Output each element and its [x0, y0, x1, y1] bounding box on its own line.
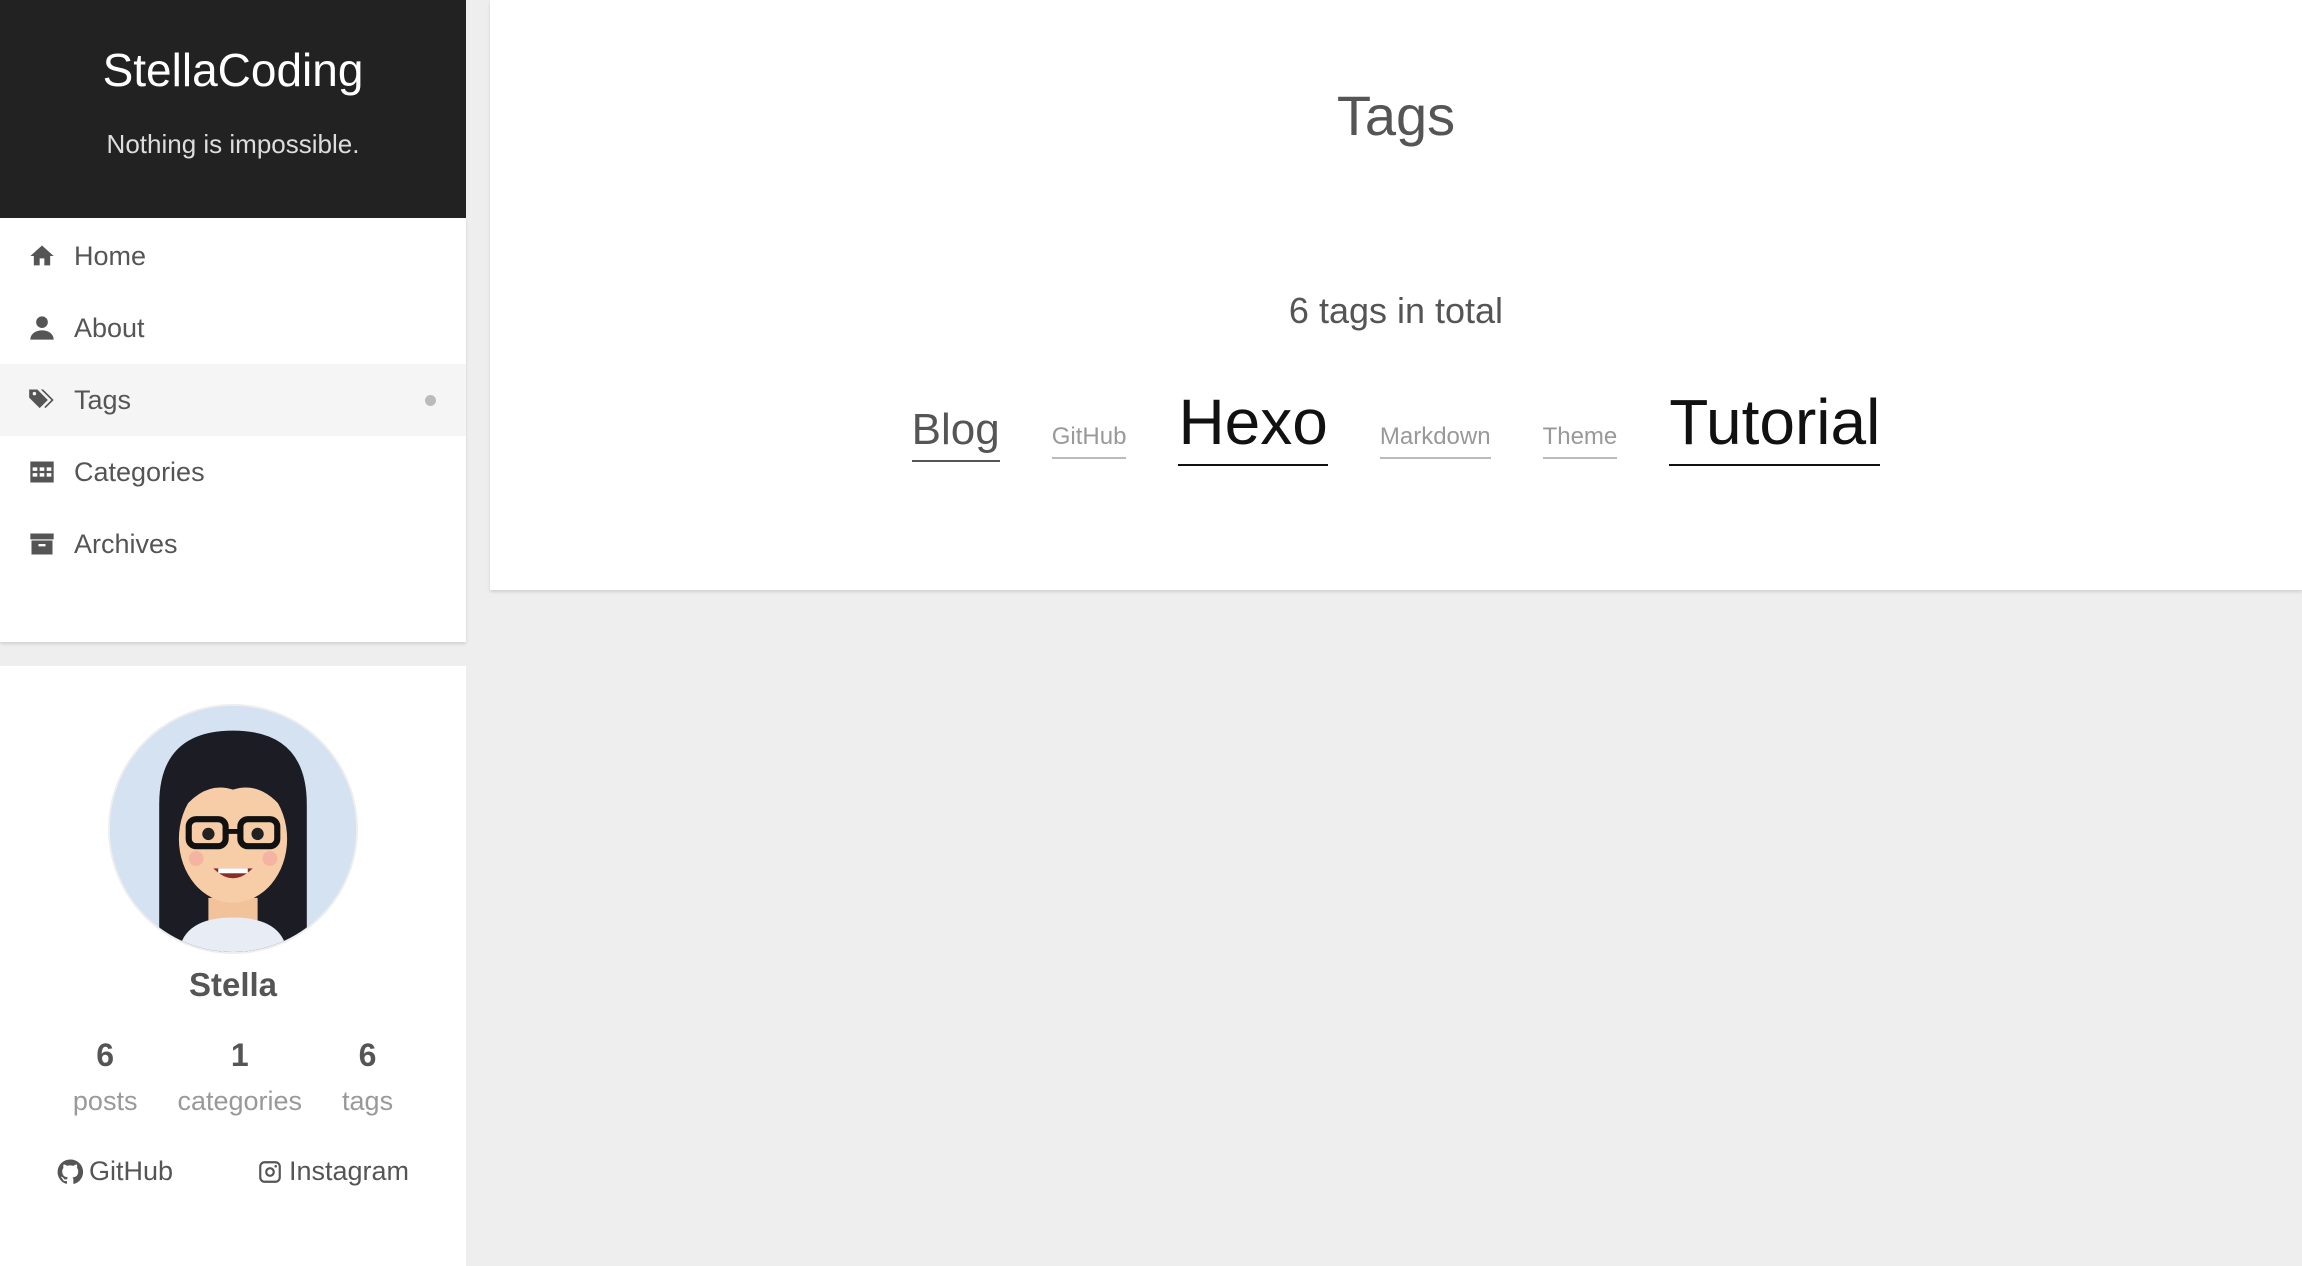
menu-item-label: Home: [74, 240, 147, 271]
instagram-link-label: Instagram: [288, 1156, 410, 1186]
tag-blog[interactable]: Blog: [911, 408, 1000, 462]
tags-icon: [28, 386, 56, 414]
tag-theme[interactable]: Theme: [1542, 425, 1618, 459]
github-icon: [57, 1159, 83, 1184]
tag-count: 6 tags in total: [1288, 290, 1504, 331]
menu-item-label: About: [74, 312, 145, 343]
menu-item-about[interactable]: About: [0, 292, 466, 364]
stat-count: 6: [358, 1037, 377, 1073]
menu-item-tags[interactable]: Tags: [0, 364, 466, 436]
stat-label: tags: [342, 1086, 394, 1116]
avatar-image: [110, 706, 356, 952]
instagram-link[interactable]: Instagram: [257, 1156, 409, 1187]
menu-item-label: Tags: [74, 384, 132, 415]
stat-count: 6: [96, 1037, 115, 1073]
tag-cloud: Blog GitHub Hexo Markdown Theme Tutorial: [490, 390, 2302, 466]
menu-item-categories[interactable]: Categories: [0, 436, 466, 508]
sidebar: StellaCoding Nothing is impossible. Home…: [0, 0, 466, 1266]
tag-hexo[interactable]: Hexo: [1178, 390, 1328, 466]
home-icon: [28, 242, 56, 270]
menu-item-label: Archives: [74, 528, 178, 559]
menu-item-home[interactable]: Home: [0, 220, 466, 292]
stat-label: posts: [72, 1086, 138, 1116]
active-indicator-dot: [425, 395, 436, 406]
stat-tags[interactable]: 6 tags: [322, 1034, 413, 1126]
author-stats: 6 posts 1 categories 6 tags: [0, 1034, 466, 1126]
site-title[interactable]: StellaCoding: [0, 42, 466, 98]
grid-icon: [28, 458, 56, 486]
site-brand: StellaCoding Nothing is impossible.: [0, 0, 466, 218]
stat-count: 1: [230, 1037, 249, 1073]
stat-posts[interactable]: 6 posts: [53, 1034, 158, 1126]
author-card: Stella 6 posts 1 categories 6 tags GitHu…: [0, 666, 466, 1266]
github-link[interactable]: GitHub: [57, 1156, 173, 1187]
tag-tutorial[interactable]: Tutorial: [1669, 390, 1881, 466]
stat-categories[interactable]: 1 categories: [157, 1034, 322, 1126]
archive-icon: [28, 530, 56, 558]
tag-markdown[interactable]: Markdown: [1379, 425, 1491, 459]
menu-item-label: Categories: [74, 456, 205, 487]
user-icon: [28, 314, 56, 342]
author-name: Stella: [188, 966, 278, 1003]
github-link-label: GitHub: [88, 1156, 173, 1186]
menu-item-archives[interactable]: Archives: [0, 508, 466, 580]
main-content: Tags 6 tags in total Blog GitHub Hexo Ma…: [490, 0, 2302, 590]
page-title: Tags: [1336, 84, 1456, 147]
stat-label: categories: [177, 1086, 303, 1116]
site-subtitle: Nothing is impossible.: [106, 129, 360, 159]
tag-github[interactable]: GitHub: [1051, 425, 1127, 459]
main-menu: Home About Tags Categories Archives: [0, 218, 466, 642]
avatar: [108, 704, 358, 954]
social-links: GitHub Instagram: [0, 1156, 466, 1187]
instagram-icon: [259, 1160, 281, 1183]
